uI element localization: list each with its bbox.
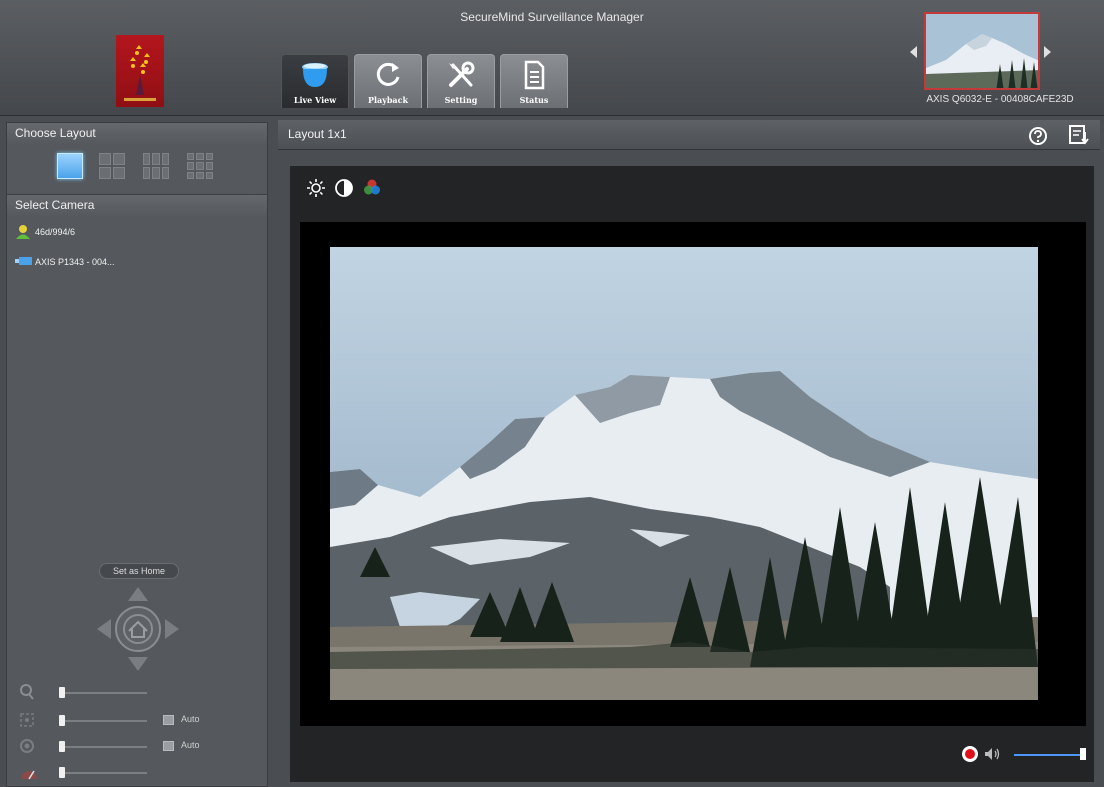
speed-control — [15, 763, 255, 783]
tab-label: Setting — [444, 95, 478, 105]
camera-dome-icon — [302, 63, 328, 87]
volume-slider-knob[interactable] — [1080, 748, 1086, 760]
focus-icon — [20, 713, 34, 727]
tab-setting[interactable]: Setting — [427, 54, 495, 108]
tab-label: Live View — [293, 95, 337, 105]
iris-icon — [20, 739, 34, 753]
zoom-control — [15, 683, 255, 703]
app-header: SecureMind Surveillance Manager Live Vie… — [0, 0, 1104, 116]
layout-2x2-button[interactable] — [99, 153, 125, 179]
camera-preview-thumbnail[interactable] — [924, 12, 1040, 90]
camera-label: AXIS P1343 - 004... — [35, 257, 115, 267]
tab-label: Playback — [367, 95, 409, 105]
video-area — [300, 222, 1086, 726]
refresh-icon — [376, 62, 400, 86]
layout-chooser — [7, 145, 267, 195]
layout-title: Layout 1x1 — [288, 127, 347, 141]
preview-camera-name: AXIS Q6032-E - 00408CAFE23D — [926, 94, 1074, 105]
choose-layout-heading: Choose Layout — [7, 123, 267, 145]
tab-status[interactable]: Status — [500, 54, 568, 108]
contrast-icon[interactable] — [334, 178, 354, 198]
focus-auto-checkbox[interactable] — [163, 715, 174, 725]
iris-control: Auto — [15, 737, 255, 757]
help-icon[interactable] — [1028, 126, 1048, 146]
live-view-panel — [290, 166, 1094, 782]
main-header: Layout 1x1 — [278, 120, 1100, 150]
sidebar: Choose Layout Select Camera 46d/994/6 AX… — [6, 122, 268, 787]
preview-prev-arrow-icon[interactable] — [910, 46, 917, 58]
layout-1x1-button[interactable] — [57, 153, 83, 179]
preview-next-arrow-icon[interactable] — [1044, 46, 1051, 58]
set-as-home-button[interactable]: Set as Home — [99, 563, 179, 579]
camera-label: 46d/994/6 — [35, 227, 76, 237]
speed-slider-track[interactable] — [61, 772, 147, 774]
tab-label: Status — [519, 95, 549, 105]
camera-icon — [15, 257, 32, 265]
focus-control: Auto — [15, 711, 255, 731]
zoom-icon — [20, 684, 34, 700]
layout-3x3-button[interactable] — [187, 153, 213, 179]
layout-1p5-button[interactable] — [143, 153, 169, 179]
export-list-icon[interactable] — [1068, 124, 1090, 146]
focus-slider-knob[interactable] — [59, 715, 65, 726]
color-saturation-icon[interactable] — [362, 178, 382, 198]
volume-icon[interactable] — [984, 747, 1002, 761]
tab-playback[interactable]: Playback — [354, 54, 422, 108]
focus-auto-label: Auto — [181, 714, 200, 724]
volume-slider-track[interactable] — [1014, 754, 1084, 756]
camera-list-item[interactable]: 46d/994/6 — [7, 217, 267, 247]
record-button[interactable] — [962, 746, 978, 762]
brightness-icon[interactable] — [306, 178, 326, 198]
speed-slider-knob[interactable] — [59, 767, 65, 778]
select-camera-heading: Select Camera — [7, 195, 267, 217]
user-camera-icon — [16, 225, 30, 239]
app-logo — [116, 35, 164, 107]
focus-slider-track[interactable] — [61, 720, 147, 722]
document-icon — [524, 60, 545, 90]
iris-slider-track[interactable] — [61, 746, 147, 748]
iris-slider-knob[interactable] — [59, 741, 65, 752]
ptz-control-pad[interactable] — [95, 585, 181, 673]
live-video-feed[interactable] — [330, 247, 1038, 700]
zoom-slider-track[interactable] — [61, 692, 147, 694]
speed-gauge-icon — [21, 770, 37, 780]
iris-auto-label: Auto — [181, 740, 200, 750]
tab-live-view[interactable]: Live View — [281, 54, 349, 108]
tools-icon — [449, 61, 475, 87]
iris-auto-checkbox[interactable] — [163, 741, 174, 751]
camera-list-item[interactable]: AXIS P1343 - 004... — [7, 247, 267, 277]
zoom-slider-knob[interactable] — [59, 687, 65, 698]
